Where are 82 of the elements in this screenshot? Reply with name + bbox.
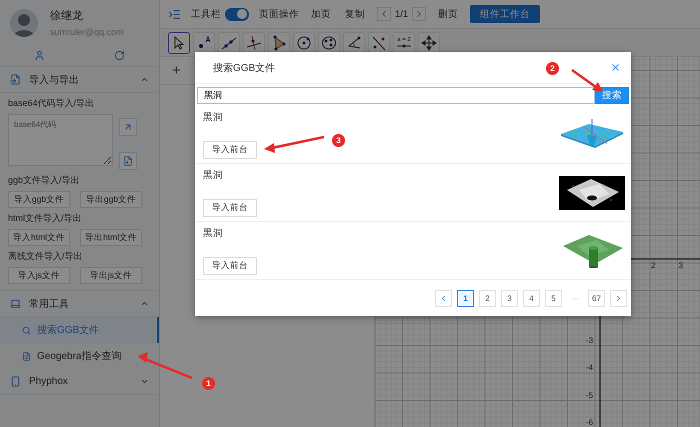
line-icon — [221, 34, 237, 50]
laptop-icon — [10, 298, 21, 309]
file-button[interactable]: 导出html文件 — [80, 229, 142, 246]
import-icon — [123, 156, 133, 166]
next-page-button[interactable] — [412, 7, 426, 21]
section-header[interactable]: Phyphox — [0, 369, 159, 395]
ellipsis: ··· — [570, 294, 580, 302]
group-label: html文件导入/导出 — [8, 212, 83, 225]
file-button[interactable]: 导入js文件 — [8, 267, 70, 284]
triangle-icon — [271, 34, 287, 50]
toolbar-label: 工具栏 — [191, 8, 221, 20]
axis-label: -6 — [586, 418, 594, 427]
document-icon — [22, 352, 31, 360]
avatar — [10, 8, 38, 36]
export-button[interactable] — [119, 152, 137, 170]
page-indicator: 1/1 — [395, 8, 408, 20]
move-view-icon — [421, 34, 437, 50]
page-button[interactable]: 5 — [545, 290, 562, 306]
add-page-button[interactable]: 加页 — [309, 8, 333, 20]
file-button[interactable]: 导入html文件 — [8, 229, 70, 246]
chevron-left-icon — [439, 294, 448, 302]
file-button[interactable]: 导出js文件 — [80, 267, 142, 284]
user-icon — [34, 50, 46, 61]
search-icon — [22, 326, 31, 334]
axis-label: -4 — [586, 363, 594, 372]
page-button[interactable]: 3 — [501, 290, 518, 306]
axis-label: -3 — [586, 336, 594, 344]
slider-icon — [397, 44, 411, 48]
delete-page-button[interactable]: 删页 — [436, 8, 460, 20]
import-front-button[interactable]: 导入前台 — [203, 256, 257, 274]
page-button[interactable]: 2 — [479, 290, 496, 306]
chevron-up-icon — [140, 299, 149, 308]
workbench-button[interactable]: 组件工作台 — [470, 5, 540, 23]
perpendicular-icon — [246, 34, 262, 50]
point-icon — [196, 34, 212, 50]
search-button[interactable]: 搜索 — [595, 87, 629, 104]
annotation-arrow — [571, 68, 603, 92]
result-title: 黑洞 — [203, 110, 224, 124]
group-label: ggb文件导入/导出 — [8, 174, 81, 187]
file-icon — [10, 74, 21, 85]
import-front-button[interactable]: 导入前台 — [203, 198, 257, 216]
axis-label: 3 — [678, 261, 683, 270]
chevron-up-icon — [140, 75, 149, 84]
result-title: 黑洞 — [203, 168, 224, 182]
copy-button[interactable]: 复制 — [343, 8, 367, 20]
toolbar-switch[interactable] — [225, 8, 249, 20]
ellipse-icon — [321, 34, 337, 50]
chevron-down-icon — [140, 377, 149, 386]
refresh-icon — [114, 50, 125, 61]
page-button[interactable]: 4 — [523, 290, 540, 306]
search-field[interactable]: 黑洞 — [197, 87, 595, 104]
annotation-arrow — [138, 352, 192, 380]
reflect-icon — [371, 34, 387, 50]
user-name: 徐继龙 — [50, 9, 84, 23]
page-ops-label: 页面操作 — [259, 8, 299, 20]
import-button[interactable] — [119, 118, 137, 136]
file-button[interactable]: 导出ggb文件 — [80, 191, 142, 208]
angle-icon — [346, 34, 362, 50]
section-header[interactable]: 导入与导出 — [0, 67, 159, 93]
add-input-button[interactable]: + — [172, 62, 181, 79]
import-front-button[interactable]: 导入前台 — [203, 140, 257, 158]
menu-icon[interactable] — [168, 8, 181, 20]
page-button[interactable]: 1 — [457, 290, 474, 306]
phone-icon — [10, 376, 21, 387]
group-label: base64代码导入/导出 — [8, 97, 96, 110]
file-button[interactable]: 导入ggb文件 — [8, 191, 70, 208]
export-icon — [123, 122, 133, 132]
close-button[interactable] — [610, 62, 621, 73]
menu-item[interactable]: 搜索GGB文件 — [0, 317, 159, 343]
dialog-title: 搜索GGB文件 — [213, 62, 276, 74]
page-button[interactable]: 67 — [588, 290, 605, 306]
close-icon — [610, 62, 621, 73]
annotation-arrow — [264, 136, 324, 153]
base64-field[interactable]: base64代码 — [8, 114, 113, 166]
prev-page-button[interactable] — [377, 7, 391, 21]
axis-label: -5 — [586, 390, 594, 400]
circle-icon — [296, 34, 312, 50]
axis-label: 2 — [651, 261, 656, 270]
chevron-right-icon — [614, 294, 623, 302]
menu-item[interactable]: Geogebra指令查询 — [0, 343, 159, 369]
result-title: 黑洞 — [203, 226, 224, 240]
group-label: 离线文件导入/导出 — [8, 250, 84, 263]
